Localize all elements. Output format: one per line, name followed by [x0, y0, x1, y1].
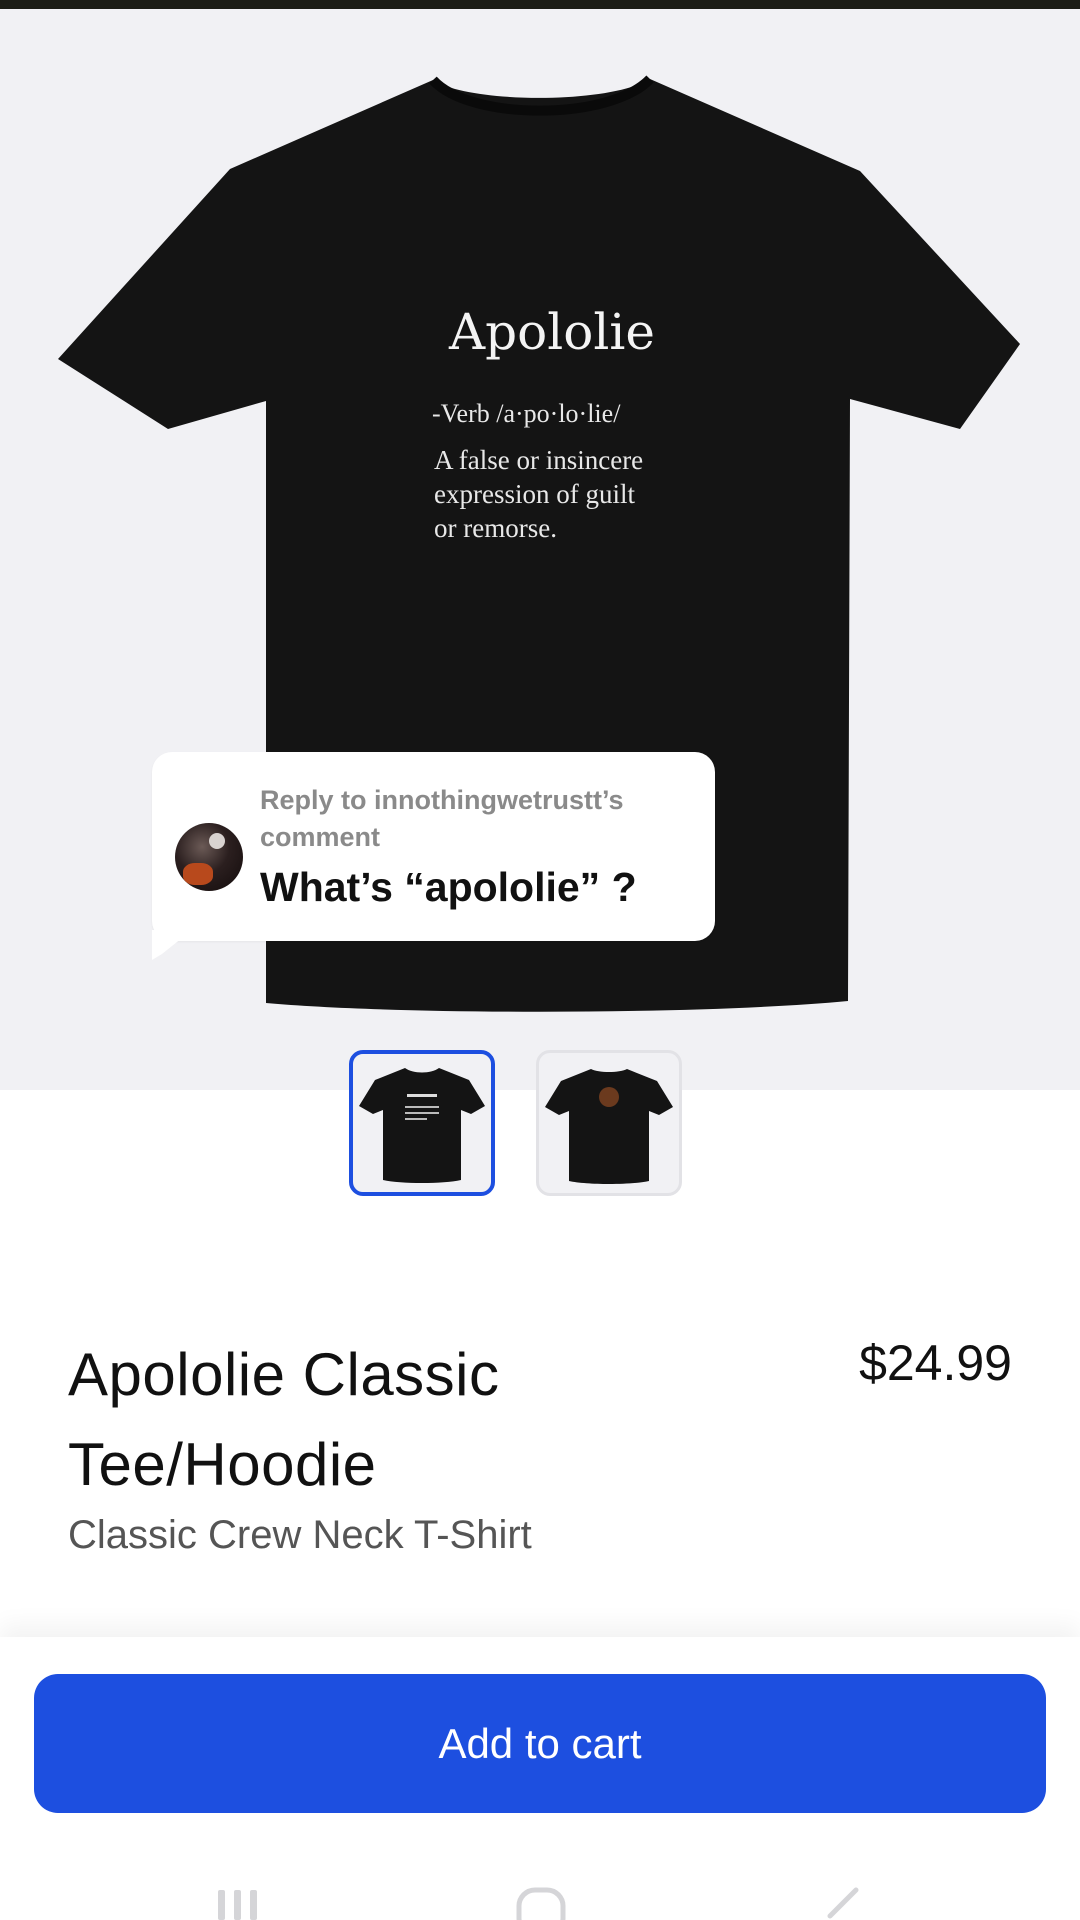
product-subtitle: Classic Crew Neck T-Shirt	[68, 1513, 532, 1557]
print-definition-line-3: or remorse.	[434, 513, 557, 543]
print-title: Apololie	[448, 303, 655, 361]
product-title: Apololie Classic Tee/Hoodie	[68, 1341, 500, 1498]
print-definition-line-2: expression of guilt	[434, 479, 635, 509]
product-price: $24.99	[859, 1335, 1012, 1391]
product-screen: Apololie -Verb /a·po·lo·lie/ A false or …	[0, 0, 1080, 1920]
print-definition-line-1: A false or insincere	[434, 445, 643, 475]
reply-bubble-tail	[152, 930, 192, 960]
thumbnail-back-image	[545, 1069, 673, 1184]
reply-header: Reply to innothingwetrustt’s comment	[260, 785, 624, 852]
thumbnail-back[interactable]	[536, 1050, 682, 1196]
status-bar	[0, 0, 1080, 9]
commenter-avatar[interactable]	[175, 823, 243, 891]
home-icon[interactable]	[515, 1886, 567, 1920]
print-pronunciation: -Verb /a·po·lo·lie/	[432, 399, 621, 428]
back-icon[interactable]	[822, 1886, 868, 1920]
recent-apps-icon[interactable]	[214, 1886, 264, 1920]
reply-comment-text: What’s “apololie” ?	[260, 864, 637, 910]
add-to-cart-button[interactable]: Add to cart	[34, 1674, 1046, 1813]
thumbnail-front-image	[359, 1068, 485, 1183]
thumbnail-front[interactable]	[349, 1050, 495, 1196]
